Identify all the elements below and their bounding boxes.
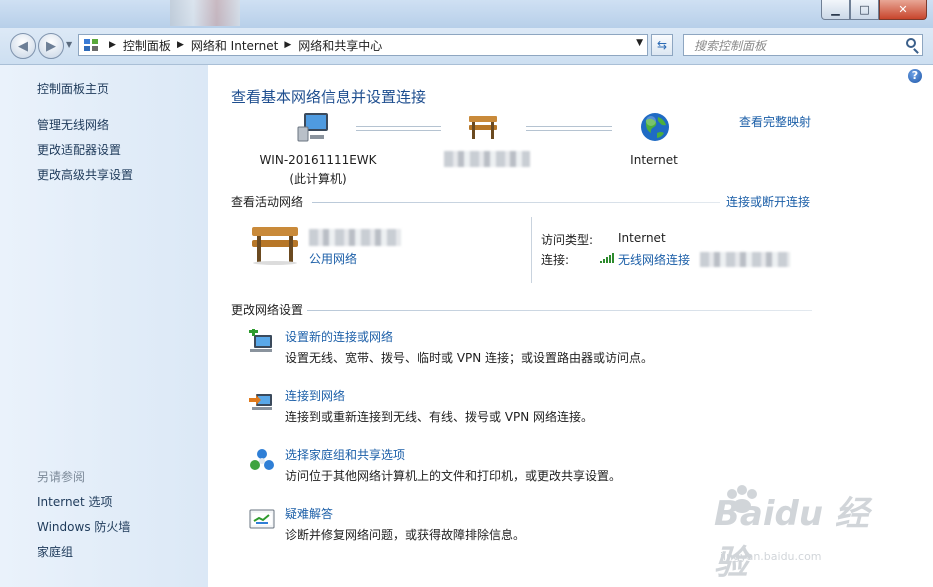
active-networks-heading: 查看活动网络: [231, 195, 304, 209]
sidebar-homegroup[interactable]: 家庭组: [37, 543, 73, 560]
breadcrumb-separator-icon[interactable]: ▶: [284, 40, 291, 50]
access-type-value: Internet: [618, 231, 666, 245]
redacted-active-network-name: [309, 229, 401, 246]
help-icon[interactable]: ?: [908, 69, 922, 83]
search-box[interactable]: [683, 34, 923, 56]
sidebar-internet-options[interactable]: Internet 选项: [37, 493, 112, 510]
map-connection-line: [526, 126, 612, 131]
troubleshoot-desc: 诊断并修复网络问题，或获得故障排除信息。: [285, 528, 526, 542]
breadcrumb-separator-icon[interactable]: ▶: [177, 40, 184, 50]
bench-network-icon[interactable]: [466, 113, 500, 141]
minimize-button[interactable]: ▁: [821, 0, 850, 20]
homegroup-desc: 访问位于其他网络计算机上的文件和打印机，或更改共享设置。: [285, 469, 622, 483]
homegroup-icon: [250, 449, 274, 470]
connect-network-desc: 连接到或重新连接到无线、有线、拨号或 VPN 网络连接。: [285, 410, 594, 424]
bench-network-icon[interactable]: [249, 225, 301, 265]
address-bar[interactable]: ▶ 控制面板 ▶ 网络和 Internet ▶ 网络和共享中心 ▼: [78, 34, 648, 56]
window-controls: ▁ □ ✕: [821, 0, 927, 20]
recent-pages-dropdown-icon[interactable]: ▼: [66, 40, 72, 49]
network-folder-icon: [84, 39, 98, 51]
search-input[interactable]: [692, 36, 896, 56]
connect-disconnect-link[interactable]: 连接或断开连接: [726, 193, 810, 210]
connect-network-link[interactable]: 连接到网络: [285, 387, 345, 404]
navigation-bar: ◀ ▶ ▼ ▶ 控制面板 ▶ 网络和 Internet ▶ 网络和共享中心 ▼ …: [0, 28, 933, 65]
connections-label: 连接:: [541, 253, 570, 267]
main-content: ? 查看基本网络信息并设置连接 查看完整映射 WIN-20161111EWK (…: [208, 65, 933, 587]
forward-arrow-icon: ▶: [46, 38, 56, 54]
back-button[interactable]: ◀: [10, 33, 36, 59]
sidebar: 控制面板主页 管理无线网络 更改适配器设置 更改高级共享设置 另请参阅 Inte…: [0, 65, 208, 587]
refresh-icon: ⇆: [656, 38, 668, 52]
new-connection-icon: [249, 329, 272, 352]
sidebar-windows-firewall[interactable]: Windows 防火墙: [37, 518, 130, 535]
change-settings-heading: 更改网络设置: [231, 303, 304, 317]
vertical-separator: [531, 217, 532, 283]
network-type-link[interactable]: 公用网络: [309, 250, 357, 267]
redacted-ssid: [700, 252, 790, 267]
this-computer-label: (此计算机): [289, 172, 347, 186]
forward-button[interactable]: ▶: [38, 33, 64, 59]
search-icon[interactable]: [906, 38, 916, 48]
internet-globe-icon[interactable]: [639, 111, 671, 143]
sidebar-manage-wireless[interactable]: 管理无线网络: [37, 116, 109, 133]
wireless-signal-icon: [600, 253, 614, 263]
maximize-button[interactable]: □: [850, 0, 879, 20]
breadcrumb: ▶ 控制面板 ▶ 网络和 Internet ▶ 网络和共享中心: [103, 37, 382, 54]
setup-connection-desc: 设置无线、宽带、拨号、临时或 VPN 连接；或设置路由器或访问点。: [285, 351, 654, 365]
computer-name-label: WIN-20161111EWK: [259, 153, 377, 167]
troubleshoot-link[interactable]: 疑难解答: [285, 505, 333, 522]
back-arrow-icon: ◀: [18, 38, 28, 54]
breadcrumb-control-panel[interactable]: 控制面板: [123, 37, 171, 54]
breadcrumb-separator-icon[interactable]: ▶: [109, 40, 116, 50]
computer-icon[interactable]: [296, 111, 330, 143]
redacted-network-name: [444, 151, 530, 167]
internet-label: Internet: [630, 153, 678, 167]
breadcrumb-network-internet[interactable]: 网络和 Internet: [191, 37, 278, 54]
homegroup-link[interactable]: 选择家庭组和共享选项: [285, 446, 405, 463]
address-dropdown-icon[interactable]: ▼: [636, 38, 643, 48]
blurred-region: [170, 0, 240, 26]
sidebar-control-panel-home[interactable]: 控制面板主页: [37, 80, 109, 97]
troubleshoot-icon: [249, 509, 275, 529]
breadcrumb-network-sharing[interactable]: 网络和共享中心: [298, 37, 382, 54]
setup-connection-link[interactable]: 设置新的连接或网络: [285, 328, 393, 345]
refresh-button[interactable]: ⇆: [651, 34, 673, 56]
section-divider: [312, 202, 720, 203]
see-also-heading: 另请参阅: [37, 470, 86, 484]
view-full-map-link[interactable]: 查看完整映射: [739, 113, 811, 130]
close-button[interactable]: ✕: [879, 0, 927, 20]
page-title: 查看基本网络信息并设置连接: [231, 88, 427, 106]
sidebar-advanced-sharing[interactable]: 更改高级共享设置: [37, 166, 133, 183]
section-divider: [307, 310, 812, 311]
access-type-label: 访问类型:: [541, 233, 594, 247]
sidebar-change-adapter[interactable]: 更改适配器设置: [37, 141, 121, 158]
title-bar: ▁ □ ✕: [0, 0, 933, 28]
map-connection-line: [356, 126, 441, 131]
wireless-connection-link[interactable]: 无线网络连接: [618, 251, 690, 268]
connect-network-icon: [249, 394, 272, 410]
